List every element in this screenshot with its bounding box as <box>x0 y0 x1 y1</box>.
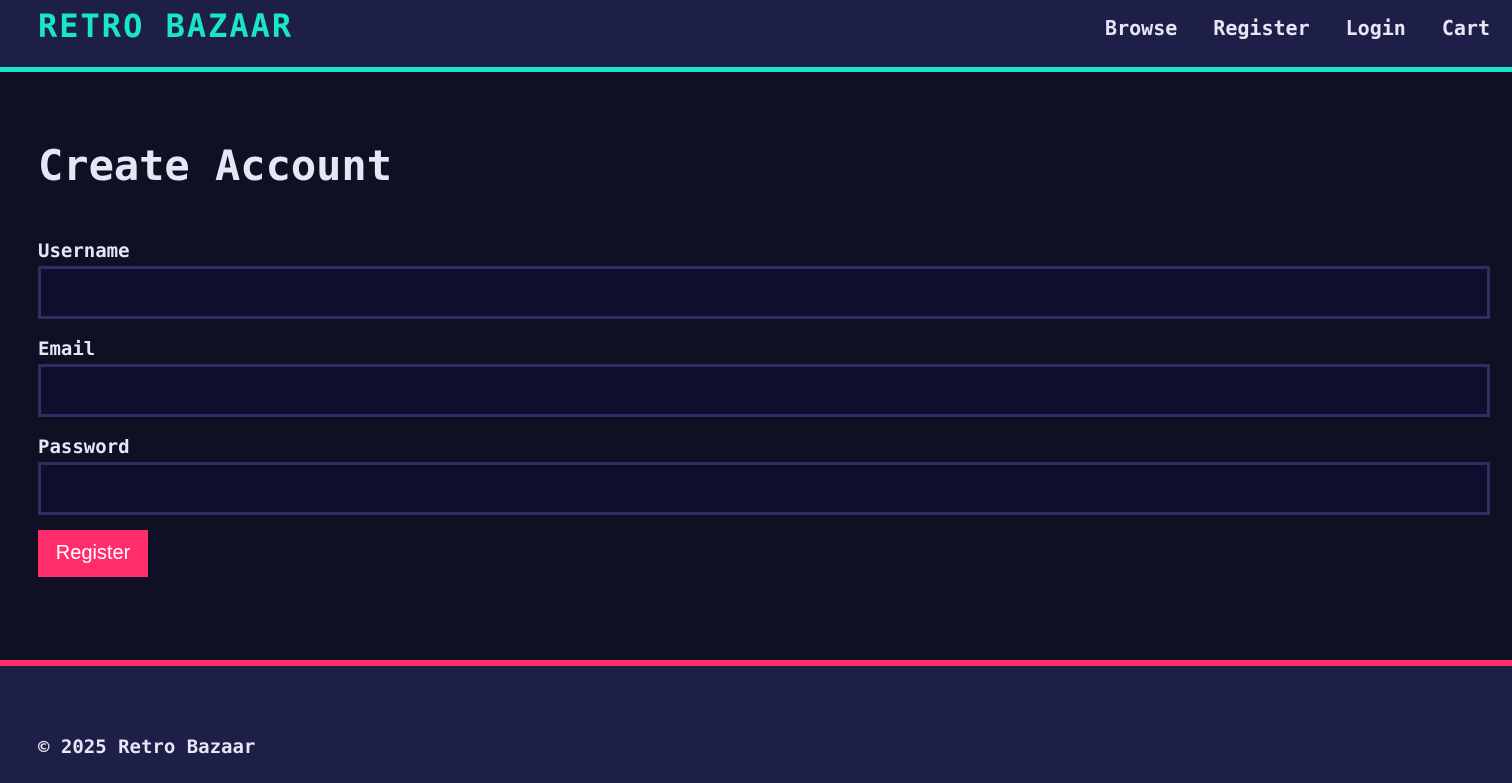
site-logo[interactable]: RETRO BAZAAR <box>38 8 293 44</box>
main-nav: Browse Register Login Cart <box>1105 14 1490 42</box>
site-header: RETRO BAZAAR Browse Register Login Cart <box>0 0 1512 72</box>
nav-link-browse[interactable]: Browse <box>1105 14 1177 42</box>
username-label: Username <box>38 240 130 262</box>
nav-link-login[interactable]: Login <box>1346 14 1406 42</box>
copyright-text: © 2025 Retro Bazaar <box>38 736 256 758</box>
password-input[interactable] <box>38 462 1490 515</box>
page-title: Create Account <box>38 141 393 190</box>
password-label: Password <box>38 436 130 458</box>
nav-link-cart[interactable]: Cart <box>1442 14 1490 42</box>
site-footer: © 2025 Retro Bazaar <box>0 660 1512 783</box>
username-input[interactable] <box>38 266 1490 319</box>
register-button[interactable]: Register <box>38 530 148 577</box>
email-input[interactable] <box>38 364 1490 417</box>
nav-link-register[interactable]: Register <box>1213 14 1309 42</box>
email-label: Email <box>38 338 96 360</box>
